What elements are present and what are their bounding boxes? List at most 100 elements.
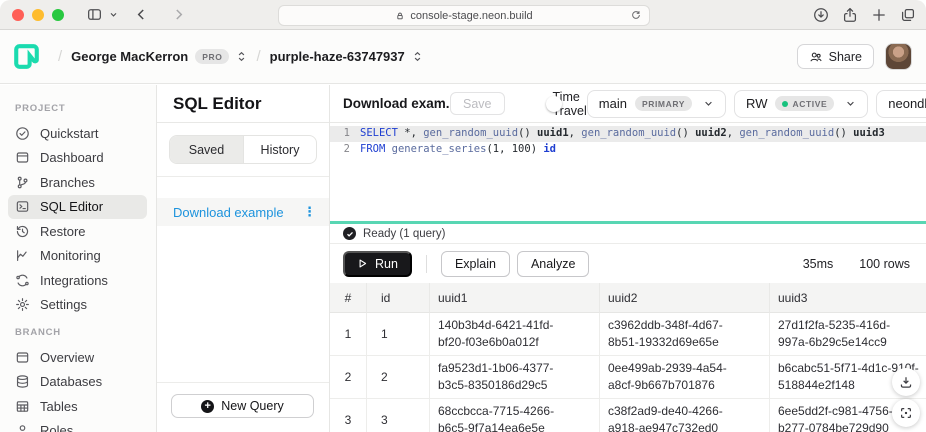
run-button[interactable]: Run (343, 251, 412, 277)
divider (426, 255, 427, 273)
column-header-uuid2[interactable]: uuid2 (600, 283, 770, 313)
editor-panel: Download exam... Save Time Travel main P… (330, 85, 926, 432)
sidebar-item-roles[interactable]: Roles (8, 419, 147, 432)
sidebar-item-monitoring[interactable]: Monitoring (8, 244, 147, 269)
download-circle-icon[interactable] (813, 7, 829, 23)
expand-results-button[interactable] (892, 399, 920, 427)
save-button[interactable]: Save (450, 92, 505, 115)
new-query-button[interactable]: + New Query (171, 394, 314, 418)
compute-select[interactable]: RW ACTIVE (734, 90, 868, 118)
query-actions: Run Explain Analyze 35ms 100 rows (330, 244, 926, 283)
chevron-down-icon[interactable] (109, 10, 118, 19)
address-bar[interactable]: console-stage.neon.build (278, 5, 650, 26)
download-results-button[interactable] (892, 368, 920, 396)
status-dot (782, 101, 788, 107)
zoom-window-button[interactable] (52, 9, 64, 21)
tabs-overview-icon[interactable] (900, 7, 916, 23)
unfold-icon[interactable] (236, 50, 247, 63)
sidebar-item-integrations[interactable]: Integrations (8, 268, 147, 293)
close-window-button[interactable] (12, 9, 24, 21)
sidebar-item-label: Restore (40, 224, 86, 239)
table-cell[interactable]: 140b3b4d-6421-41fd-bf20-f03e6b0a012f (430, 313, 600, 356)
table-cell[interactable]: 2 (367, 356, 430, 399)
column-header-num[interactable]: # (330, 283, 367, 313)
table-cell[interactable]: 2 (330, 356, 367, 399)
breadcrumb-divider: / (256, 48, 260, 65)
sql-code-editor[interactable]: 1SELECT *, gen_random_uuid() uuid1, gen_… (330, 123, 926, 221)
share-button[interactable]: Share (797, 44, 874, 69)
table-icon (15, 399, 30, 414)
sidebar-item-label: Dashboard (40, 150, 104, 165)
unfold-icon[interactable] (412, 50, 423, 63)
breadcrumb-divider: / (58, 48, 62, 65)
editor-toolbar: Download exam... Save Time Travel main P… (330, 85, 926, 123)
table-cell[interactable]: c3962ddb-348f-4d67-8b51-19332d69e65e (600, 313, 770, 356)
reload-icon[interactable] (630, 9, 642, 21)
divider (157, 382, 329, 383)
analyze-button[interactable]: Analyze (517, 251, 589, 277)
table-cell[interactable]: fa9523d1-1b06-4377-b3c5-8350186d29c5 (430, 356, 600, 399)
query-duration: 35ms (803, 257, 834, 271)
url-text: console-stage.neon.build (410, 10, 532, 22)
sidebar-item-label: Quickstart (40, 126, 99, 141)
sidebar-item-label: Branches (40, 175, 95, 190)
sidebar-item-branches[interactable]: Branches (8, 170, 147, 195)
sidebar-item-overview[interactable]: Overview (8, 345, 147, 370)
project-breadcrumb[interactable]: purple-haze-63747937 (270, 49, 423, 64)
neon-logo[interactable] (14, 44, 39, 69)
sidebar-item-restore[interactable]: Restore (8, 219, 147, 244)
table-cell[interactable]: 3 (330, 399, 367, 432)
column-header-id[interactable]: id (367, 283, 430, 313)
compute-name: RW (746, 96, 767, 111)
tab-saved[interactable]: Saved (170, 136, 243, 163)
branch-name: main (599, 96, 627, 111)
sidebar-item-tables[interactable]: Tables (8, 394, 147, 419)
sidebar-item-databases[interactable]: Databases (8, 370, 147, 395)
sidebar-item-label: Databases (40, 374, 102, 389)
table-cell[interactable]: 1 (367, 313, 430, 356)
saved-query-item[interactable]: Download example ⋮ (157, 198, 329, 226)
explain-button[interactable]: Explain (441, 251, 510, 277)
branch-select[interactable]: main PRIMARY (587, 90, 726, 118)
code-line[interactable]: 2FROM generate_series(1, 100) id (330, 142, 926, 158)
query-status-bar: Ready (1 query) (330, 224, 926, 244)
page-title: SQL Editor (157, 85, 329, 123)
column-header-uuid3[interactable]: uuid3 (770, 283, 926, 313)
person-icon (15, 423, 30, 432)
back-icon[interactable] (134, 7, 149, 22)
section-title: PROJECT (15, 103, 156, 114)
forward-icon[interactable] (171, 7, 186, 22)
query-title: Download exam... (343, 96, 450, 111)
sidebar-item-sql-editor[interactable]: SQL Editor (8, 195, 147, 220)
sidebar-item-settings[interactable]: Settings (8, 293, 147, 318)
table-cell[interactable]: 3 (367, 399, 430, 432)
table-cell[interactable]: 68ccbcca-7715-4266-b6c5-9f7a14ea6e5e (430, 399, 600, 432)
sidebar-toggle-icon[interactable] (86, 6, 103, 23)
results-table: #iduuid1uuid2uuid311140b3b4d-6421-41fd-b… (330, 283, 926, 432)
window-icon (15, 350, 30, 365)
table-cell[interactable]: 1 (330, 313, 367, 356)
active-badge: ACTIVE (775, 96, 834, 111)
minimize-window-button[interactable] (32, 9, 44, 21)
tab-history[interactable]: History (243, 136, 316, 163)
sidebar-item-label: Tables (40, 399, 78, 414)
project-name: purple-haze-63747937 (270, 49, 405, 64)
column-header-uuid1[interactable]: uuid1 (430, 283, 600, 313)
sidebar-item-quickstart[interactable]: Quickstart (8, 121, 147, 146)
sidebar-item-dashboard[interactable]: Dashboard (8, 146, 147, 171)
plus-icon[interactable] (871, 7, 887, 23)
org-breadcrumb[interactable]: George MacKerron PRO (71, 49, 247, 64)
database-select[interactable]: neondb (876, 90, 926, 118)
sidebar-item-label: Roles (40, 423, 73, 432)
table-cell[interactable]: c38f2ad9-de40-4266-a918-ae947c732ed0 (600, 399, 770, 432)
sidebar-item-label: Monitoring (40, 248, 101, 263)
user-avatar[interactable] (885, 43, 912, 70)
table-cell[interactable]: 27d1f2fa-5235-416d-997a-6b29c5e14cc9 (770, 313, 926, 356)
window-icon (15, 150, 30, 165)
code-line[interactable]: 1SELECT *, gen_random_uuid() uuid1, gen_… (330, 126, 926, 142)
sidebar-item-label: Settings (40, 297, 87, 312)
queries-panel: SQL Editor Saved History Download exampl… (157, 85, 330, 432)
kebab-menu-icon[interactable]: ⋮ (303, 204, 329, 220)
table-cell[interactable]: 0ee499ab-2939-4a54-a8cf-9b667b701876 (600, 356, 770, 399)
share-box-icon[interactable] (842, 7, 858, 23)
